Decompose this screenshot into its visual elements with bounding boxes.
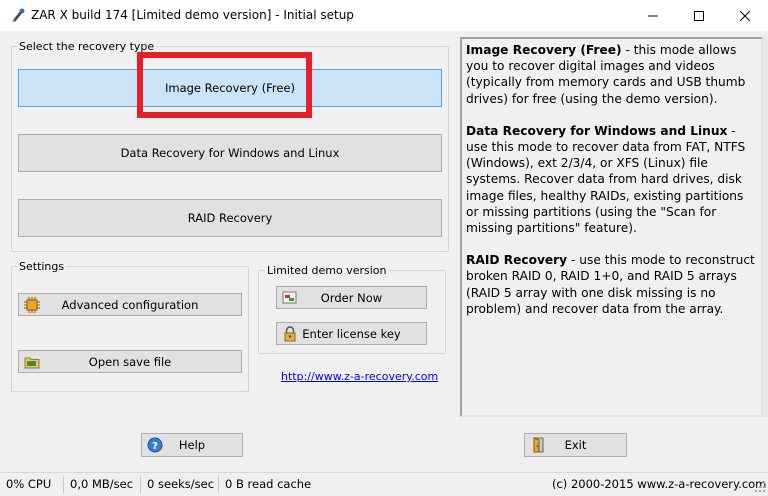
- enter-license-key-button[interactable]: Enter license key: [276, 322, 427, 345]
- info-image-recovery-title: Image Recovery (Free): [466, 43, 622, 57]
- svg-text:?: ?: [152, 441, 158, 452]
- close-icon[interactable]: [722, 0, 768, 31]
- raid-recovery-button[interactable]: RAID Recovery: [18, 199, 442, 237]
- settings-group: [11, 266, 249, 392]
- status-separator: [218, 476, 219, 493]
- resize-grip-icon[interactable]: [754, 481, 766, 496]
- app-window: ZAR X build 174 [Limited demo version] -…: [0, 0, 768, 496]
- status-seeks: 0 seeks/sec: [147, 477, 215, 491]
- info-data-recovery-text: - use this mode to recover data from FAT…: [466, 123, 746, 236]
- description-scrollbar[interactable]: [763, 37, 768, 417]
- settings-label: Settings: [17, 260, 67, 273]
- window-title: ZAR X build 174 [Limited demo version] -…: [31, 8, 354, 22]
- info-image-recovery: Image Recovery (Free) - this mode allows…: [466, 42, 757, 107]
- maximize-icon[interactable]: [676, 0, 722, 31]
- description-panel: Image Recovery (Free) - this mode allows…: [460, 37, 763, 417]
- lock-icon: [282, 325, 298, 342]
- info-raid-recovery-title: RAID Recovery: [466, 253, 568, 268]
- status-read-cache: 0 B read cache: [225, 477, 312, 491]
- help-icon: ?: [147, 437, 163, 453]
- app-icon: [10, 7, 26, 23]
- demo-label: Limited demo version: [265, 264, 389, 277]
- chip-icon: [24, 296, 40, 313]
- status-cpu: 0% CPU: [6, 477, 52, 491]
- order-now-label: Order Now: [320, 290, 383, 305]
- open-save-file-button[interactable]: Open save file: [18, 350, 242, 373]
- status-transfer-rate: 0,0 MB/sec: [70, 477, 134, 491]
- recovery-type-label: Select the recovery type: [17, 40, 157, 53]
- info-data-recovery-title: Data Recovery for Windows and Linux: [466, 123, 728, 138]
- annotation-highlight-box: [137, 52, 312, 118]
- info-data-recovery: Data Recovery for Windows and Linux - us…: [466, 123, 757, 236]
- status-bar: 0% CPU 0,0 MB/sec 0 seeks/sec 0 B read c…: [0, 472, 768, 496]
- info-raid-recovery: RAID Recovery - use this mode to reconst…: [466, 252, 757, 317]
- open-save-file-label: Open save file: [88, 354, 172, 369]
- status-copyright: (c) 2000-2015 www.z-a-recovery.com: [552, 477, 767, 491]
- order-now-button[interactable]: Order Now: [276, 286, 427, 309]
- help-label: Help: [178, 438, 206, 452]
- folder-icon: [24, 354, 40, 370]
- advanced-configuration-button[interactable]: Advanced configuration: [18, 293, 242, 316]
- raid-recovery-label: RAID Recovery: [187, 211, 273, 225]
- enter-license-key-label: Enter license key: [302, 326, 401, 341]
- exit-label: Exit: [564, 438, 587, 452]
- data-recovery-label: Data Recovery for Windows and Linux: [120, 146, 340, 160]
- exit-door-icon: [530, 437, 546, 453]
- title-bar: ZAR X build 174 [Limited demo version] -…: [0, 0, 768, 31]
- status-separator: [140, 476, 141, 493]
- cart-icon: [282, 290, 298, 306]
- exit-button[interactable]: Exit: [524, 433, 627, 457]
- status-separator: [63, 476, 64, 493]
- website-link[interactable]: http://www.z-a-recovery.com: [281, 370, 438, 383]
- help-button[interactable]: ? Help: [141, 433, 243, 457]
- minimize-icon[interactable]: [630, 0, 676, 31]
- data-recovery-button[interactable]: Data Recovery for Windows and Linux: [18, 134, 442, 172]
- advanced-configuration-label: Advanced configuration: [61, 297, 199, 312]
